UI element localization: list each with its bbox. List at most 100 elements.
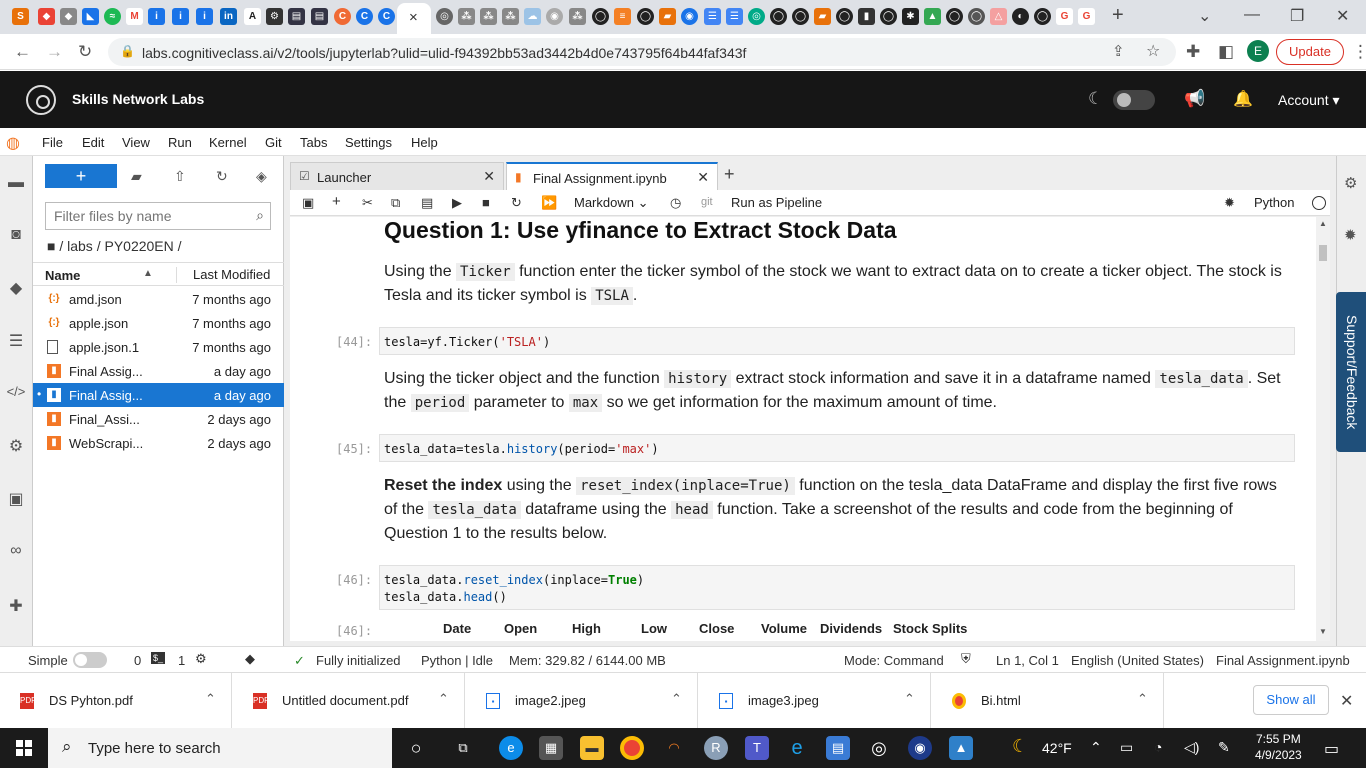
puzzle-icon[interactable]: ✚ [6, 596, 26, 616]
url-text[interactable]: labs.cognitiveclass.ai/v2/tools/jupyterl… [142, 45, 746, 61]
account-menu[interactable]: Account ▾ [1278, 92, 1340, 109]
simple-mode-toggle[interactable] [73, 652, 107, 668]
markdown-cell[interactable]: Using the ticker object and the function… [384, 367, 1284, 415]
refresh-icon[interactable]: ↻ [216, 168, 228, 185]
google-icon[interactable]: G [1078, 8, 1095, 25]
github-icon[interactable]: ◯ [592, 8, 609, 25]
download-item[interactable]: ▪ image3.jpeg ⌃ [699, 673, 931, 729]
favicon-tab[interactable]: ◎ [748, 8, 765, 25]
lock-icon[interactable]: 🔒 [120, 44, 135, 58]
property-inspector-icon[interactable]: ⚙ [6, 436, 26, 456]
favicon-tab[interactable]: i [148, 8, 165, 25]
favicon-tab[interactable]: ◆ [38, 8, 55, 25]
favicon-tab[interactable]: ✱ [902, 8, 919, 25]
favicon-tab[interactable]: ▤ [288, 8, 305, 25]
favicon-tab[interactable]: i [172, 8, 189, 25]
pen-icon[interactable]: ✎ [1218, 739, 1230, 756]
extensions-icon[interactable]: ✚ [1186, 42, 1200, 62]
tab-search-icon[interactable]: ⌄ [1198, 6, 1211, 26]
breadcrumb[interactable]: ■ / labs / PY0220EN / [47, 238, 182, 254]
kernel-count[interactable]: 1 [178, 653, 185, 668]
tab-notebook[interactable]: ▮ Final Assignment.ipynb ✕ [506, 162, 718, 190]
r-icon[interactable]: R [704, 736, 728, 760]
github-icon[interactable]: ◯ [880, 8, 897, 25]
menu-settings[interactable]: Settings [345, 135, 392, 150]
favicon-tab[interactable]: in [220, 8, 237, 25]
code-cell[interactable]: tesla=yf.Ticker('TSLA') [379, 327, 1295, 355]
google-icon[interactable]: G [1056, 8, 1073, 25]
chevron-up-icon[interactable]: ⌃ [904, 691, 915, 707]
new-folder-icon[interactable]: ▰ [131, 168, 142, 185]
favicon-tab[interactable]: ◎ [436, 8, 453, 25]
favicon-tab[interactable]: △ [990, 8, 1007, 25]
github-icon[interactable]: ◯ [637, 8, 654, 25]
forward-icon[interactable]: → [46, 42, 63, 62]
menu-view[interactable]: View [122, 135, 150, 150]
table-of-contents-icon[interactable]: ☰ [6, 331, 26, 351]
side-panel-icon[interactable]: ◧ [1218, 42, 1234, 62]
code-icon[interactable]: </> [6, 384, 26, 404]
debugger-bug-icon[interactable]: ✹ [1344, 226, 1357, 244]
github-icon[interactable]: ◯ [968, 8, 985, 25]
column-name-header[interactable]: Name [45, 268, 80, 283]
volume-icon[interactable]: ◁) [1184, 739, 1199, 756]
share-icon[interactable]: ⇪ [1112, 42, 1125, 60]
upload-icon[interactable]: ⇧ [174, 168, 186, 185]
close-icon[interactable]: ✕ [483, 168, 495, 185]
close-tab-icon[interactable]: × [409, 9, 418, 26]
download-item[interactable]: PDF DS Pyhton.pdf ⌃ [0, 673, 232, 729]
menu-help[interactable]: Help [411, 135, 438, 150]
menu-git[interactable]: Git [265, 135, 282, 150]
ie-icon[interactable]: e [785, 736, 809, 760]
chevron-up-icon[interactable]: ⌃ [1137, 691, 1148, 707]
reload-icon[interactable]: ↻ [78, 42, 92, 62]
code-cell[interactable]: tesla_data=tesla.history(period='max') [379, 434, 1295, 462]
sort-asc-icon[interactable]: ▲ [143, 268, 153, 279]
running-kernels-icon[interactable]: ◙ [6, 226, 26, 246]
chevron-up-icon[interactable]: ⌃ [205, 691, 216, 707]
megaphone-icon[interactable]: 📢 [1184, 89, 1205, 109]
insert-cell-icon[interactable]: + [332, 193, 341, 210]
download-item[interactable]: Bi.html ⌃ [932, 673, 1164, 729]
bookmark-star-icon[interactable]: ☆ [1146, 41, 1160, 61]
update-button[interactable]: Update [1276, 39, 1344, 65]
notebook-scrollbar[interactable]: ▲ ▼ [1316, 217, 1330, 641]
favicon-tab[interactable]: ☰ [704, 8, 721, 25]
clock-icon[interactable]: ◷ [670, 195, 681, 211]
kernel-name[interactable]: Python [1254, 195, 1294, 210]
shield-icon[interactable]: ⛨ [961, 651, 971, 667]
git-status-icon[interactable]: ◆ [245, 651, 255, 667]
favicon-tab[interactable]: A [244, 8, 261, 25]
active-browser-tab[interactable]: × [397, 3, 431, 34]
battery-icon[interactable]: ▭ [1120, 739, 1133, 756]
app-icon[interactable]: ▤ [826, 736, 850, 760]
tray-chevron-icon[interactable]: ⌃ [1090, 739, 1102, 756]
property-inspector-gear-icon[interactable]: ⚙ [1344, 174, 1357, 192]
scroll-up-icon[interactable]: ▲ [1319, 219, 1327, 228]
file-row[interactable]: ▮ WebScrapi... 2 days ago [33, 431, 284, 455]
kernel-status[interactable]: Python | Idle [421, 653, 493, 668]
add-tab-icon[interactable]: + [724, 164, 735, 185]
new-launcher-button[interactable]: + [45, 164, 117, 188]
fast-forward-icon[interactable]: ⏩ [541, 195, 557, 211]
extensions-manager-icon[interactable]: ∞ [6, 542, 26, 562]
markdown-cell[interactable]: Using the Ticker function enter the tick… [384, 260, 1284, 308]
favicon-tab[interactable]: ▰ [659, 8, 676, 25]
bell-icon[interactable]: 🔔 [1233, 89, 1253, 109]
wifi-icon[interactable]: ◔ [1154, 739, 1162, 755]
photos-icon[interactable]: ▲ [949, 736, 973, 760]
markdown-cell[interactable]: Reset the index using the reset_index(in… [384, 474, 1284, 546]
cursor-position[interactable]: Ln 1, Col 1 [996, 653, 1059, 668]
filter-files-field[interactable]: ⌕ [45, 202, 271, 230]
favicon-tab[interactable]: ☰ [726, 8, 743, 25]
favicon-tab[interactable]: ▰ [814, 8, 831, 25]
teams-icon[interactable]: T [745, 736, 769, 760]
favicon-tab[interactable]: ⁂ [569, 8, 586, 25]
download-item[interactable]: PDF Untitled document.pdf ⌃ [233, 673, 465, 729]
github-icon[interactable]: ◯ [770, 8, 787, 25]
stop-icon[interactable]: ■ [482, 195, 490, 210]
menu-kernel[interactable]: Kernel [209, 135, 247, 150]
app-icon[interactable]: ◉ [908, 736, 932, 760]
file-row[interactable]: ▮ Final Assig... a day ago [33, 359, 284, 383]
task-view-icon[interactable]: ⧉ [451, 736, 475, 760]
